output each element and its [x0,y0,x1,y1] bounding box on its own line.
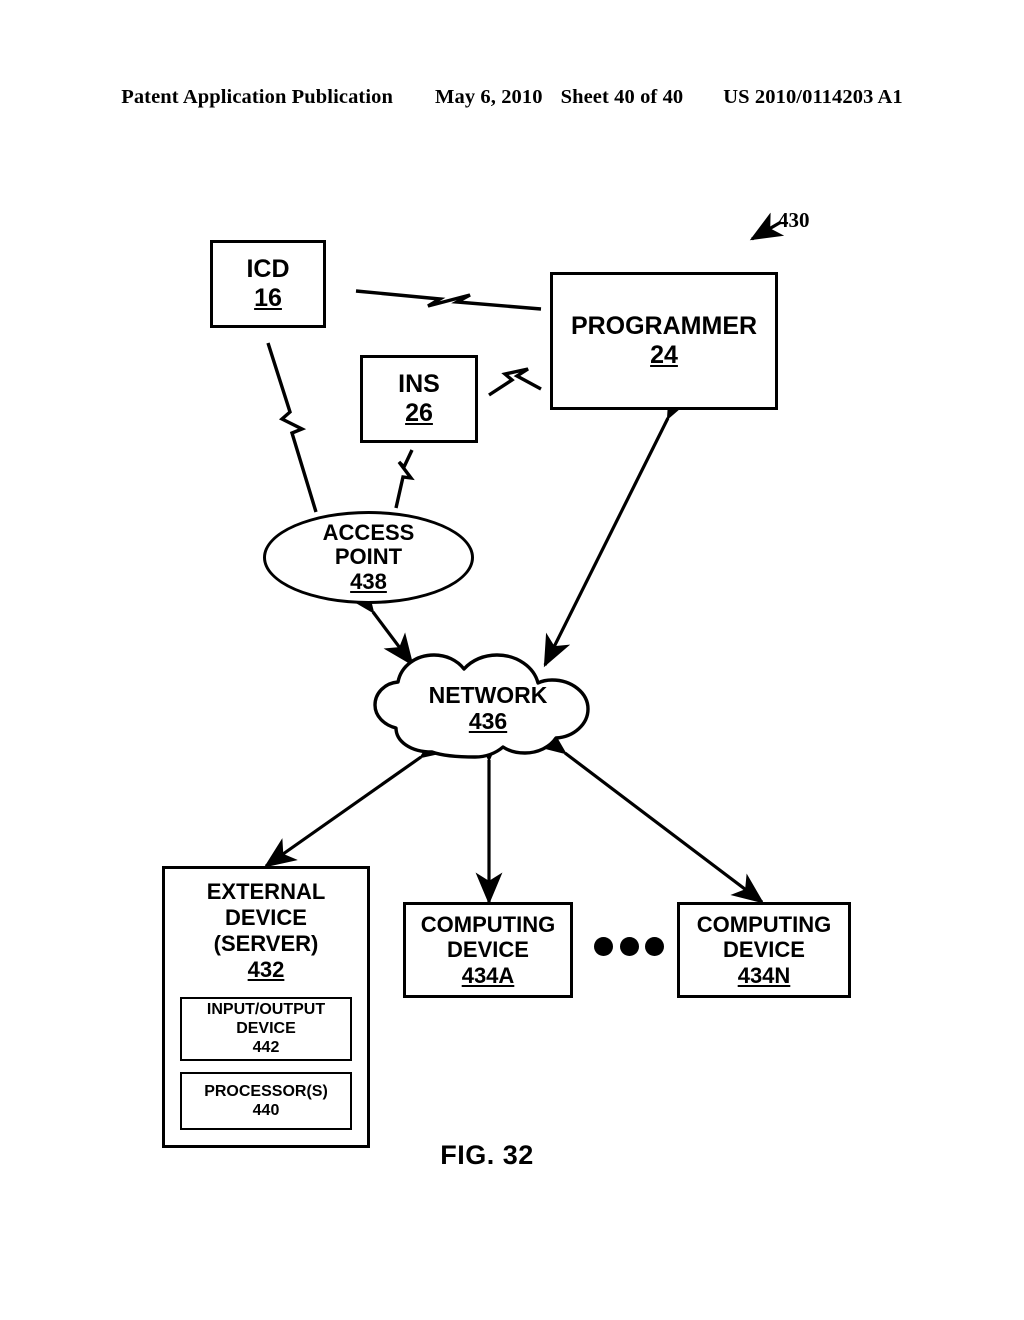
node-computing-device-n-ref: 434N [737,962,791,988]
node-external-device-title: EXTERNAL DEVICE (SERVER) 432 [207,879,326,983]
connector-programmer-to-network [543,385,694,668]
node-processor[interactable]: PROCESSOR(S) 440 [180,1071,352,1130]
figure-32-diagram: 430 ICD 16 INS 26 PROGRAMMER 24 ACCESS P… [0,0,1024,1320]
node-computing-device-a[interactable]: COMPUTING DEVICE 434A [403,902,573,998]
connector-network-to-external-device [263,729,453,868]
connector-ins-to-programmer [488,367,542,397]
node-programmer[interactable]: PROGRAMMER 24 [550,272,778,410]
system-reference-430: 430 [778,208,810,232]
node-programmer-ref: 24 [650,341,678,369]
ellipsis-dots-icon [594,934,664,958]
node-icd-ref: 16 [254,284,282,312]
node-external-device[interactable]: EXTERNAL DEVICE (SERVER) 432 INPUT/OUTPU… [162,866,370,1148]
node-external-device-label-line3: (SERVER) [213,930,319,956]
node-network-label: NETWORK [428,681,548,708]
node-input-output-device-label-line1: INPUT/OUTPUT [206,1001,326,1019]
node-access-point-label-line2: POINT [334,544,403,570]
node-input-output-device-label-line2: DEVICE [236,1020,296,1038]
connector-icd-to-access-point [266,342,318,513]
node-computing-device-a-label-line1: COMPUTING [420,911,556,937]
node-programmer-label: PROGRAMMER [570,312,758,340]
node-input-output-device-ref: 442 [252,1039,280,1057]
node-icd[interactable]: ICD 16 [210,240,326,328]
ellipsis-dot [619,936,639,956]
ellipsis-dot [594,936,613,956]
node-computing-device-n-label-line1: COMPUTING [696,911,832,937]
node-ins[interactable]: INS 26 [360,355,478,443]
node-ins-ref: 26 [405,399,433,427]
figure-caption-text: FIG. 32 [440,1140,534,1170]
node-computing-device-n-label-line2: DEVICE [723,937,805,963]
node-computing-device-a-label-line2: DEVICE [447,937,529,963]
ellipsis-dot [645,936,664,956]
node-computing-device-a-ref: 434A [461,962,515,988]
node-network-ref: 436 [468,708,508,734]
node-processor-ref: 440 [252,1101,280,1119]
node-external-device-label-line1: EXTERNAL [206,879,326,904]
node-access-point[interactable]: ACCESS POINT 438 [263,511,474,604]
node-external-device-label-line2: DEVICE [225,904,307,930]
node-icd-label: ICD [246,255,290,283]
figure-caption: FIG. 32 [0,1140,1024,1171]
lead-line-430 [749,212,785,241]
connector-network-to-computing-device-n [533,724,765,904]
node-network[interactable]: NETWORK 436 [370,652,606,760]
node-processor-label: PROCESSOR(S) [204,1082,328,1100]
node-external-device-ref: 432 [247,956,285,982]
connector-icd-to-programmer [355,289,542,311]
node-access-point-label-line1: ACCESS [322,519,415,545]
node-computing-device-n[interactable]: COMPUTING DEVICE 434N [677,902,851,998]
connector-ins-to-access-point [394,449,415,509]
node-access-point-ref: 438 [350,568,387,594]
node-ins-label: INS [398,370,440,398]
node-input-output-device[interactable]: INPUT/OUTPUT DEVICE 442 [180,996,352,1061]
